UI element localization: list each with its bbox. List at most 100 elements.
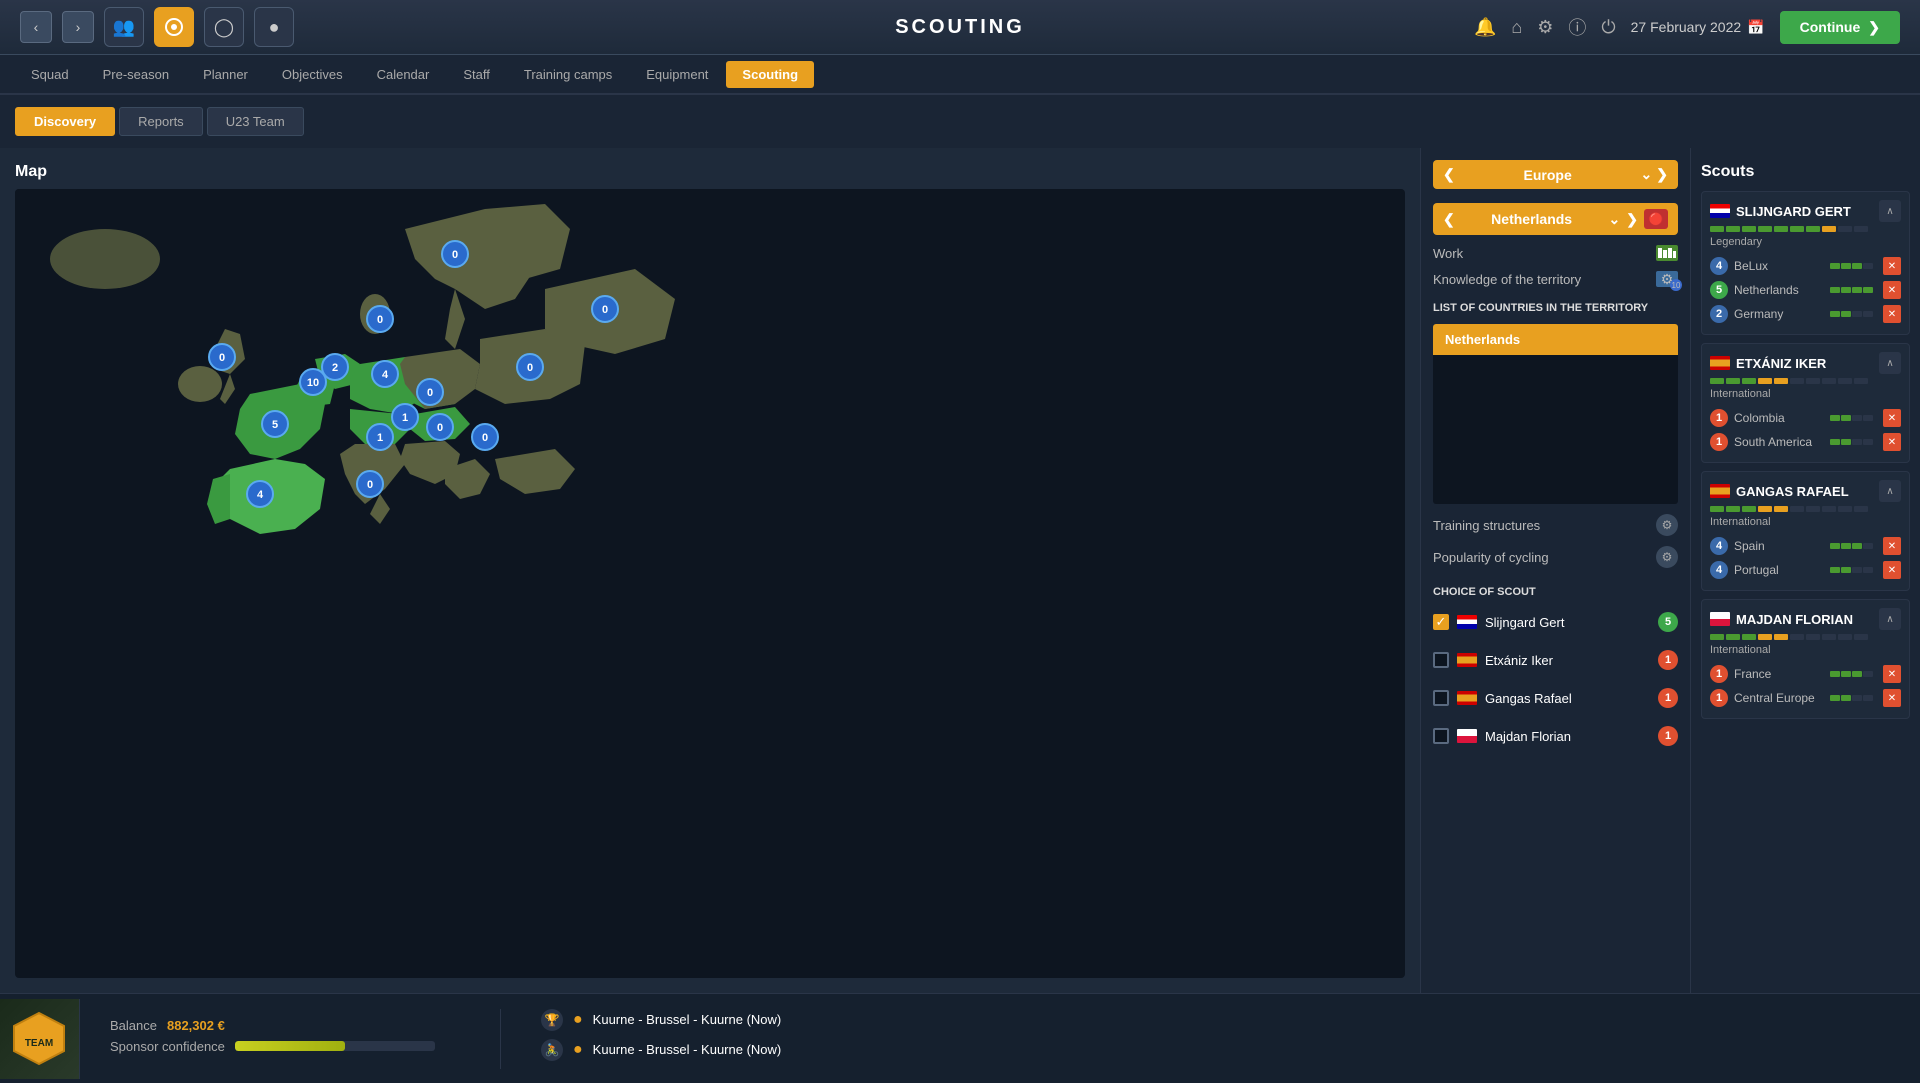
tab-planner[interactable]: Planner [187, 61, 264, 88]
scout-collapse-majdan[interactable]: ∧ [1879, 608, 1901, 630]
top-bar: ‹ › 👥 ◯ ● SCOUTING 🔔 ⌂ ⚙ ⓘ ⏻ 27 February… [0, 0, 1920, 55]
tab-training-camps[interactable]: Training camps [508, 61, 628, 88]
scout-card-etxaniz: ETXÁNIZ IKER ∧ International 1 Colombia [1701, 343, 1910, 463]
scout-region-bar-belux [1830, 263, 1873, 269]
scout-checkbox-slijngard[interactable]: ✓ [1433, 614, 1449, 630]
svg-text:0: 0 [367, 479, 373, 491]
work-label: Work [1433, 246, 1463, 261]
scout-checkbox-gangas[interactable] [1433, 690, 1449, 706]
remove-region-spain[interactable]: ✕ [1883, 537, 1901, 555]
subtab-discovery[interactable]: Discovery [15, 107, 115, 136]
subregion-next-arrow[interactable]: ❯ [1626, 211, 1638, 228]
continue-arrow: ❯ [1868, 19, 1880, 36]
info-icon[interactable]: ⓘ [1568, 14, 1586, 40]
tab-objectives[interactable]: Objectives [266, 61, 359, 88]
globe-icon-btn[interactable]: ● [254, 7, 294, 47]
back-button[interactable]: ‹ [20, 11, 52, 43]
continue-label: Continue [1800, 19, 1861, 35]
map-svg: 10 2 4 5 4 0 0 [15, 189, 885, 649]
scouts-panel: Scouts SLIJNGARD GERT ∧ Legendary [1690, 148, 1920, 993]
svg-text:0: 0 [452, 249, 458, 261]
remove-region-france[interactable]: ✕ [1883, 665, 1901, 683]
remove-region-portugal[interactable]: ✕ [1883, 561, 1901, 579]
race-dot-2: ● [573, 1041, 583, 1059]
power-icon[interactable]: ⏻ [1601, 17, 1615, 38]
scout-card-flag-slijngard [1710, 204, 1730, 218]
work-icon [1656, 245, 1678, 261]
scout-name-gangas: Gangas Rafael [1485, 691, 1572, 706]
race-cycling-icon: 🚴 [541, 1039, 563, 1061]
region-prev-arrow[interactable]: ❮ [1443, 166, 1455, 183]
scout-level-slijngard: Legendary [1710, 236, 1901, 248]
remove-region-belux[interactable]: ✕ [1883, 257, 1901, 275]
scout-info-panel: ❮ Europe ⌄ ❯ ❮ Netherlands ⌄ ❯ 🔴 Work [1420, 148, 1690, 993]
date-text: 27 February 2022 [1631, 19, 1742, 35]
svg-text:0: 0 [437, 422, 443, 434]
scout-flag-es-2 [1457, 691, 1477, 705]
remove-region-netherlands[interactable]: ✕ [1883, 281, 1901, 299]
scout-region-num-colombia: 1 [1710, 409, 1728, 427]
scout-skill-bar-slijngard [1710, 226, 1901, 232]
sub-region-selector[interactable]: ❮ Netherlands ⌄ ❯ 🔴 [1433, 203, 1678, 235]
scout-choice-majdan: Majdan Florian 1 [1433, 722, 1678, 750]
scout-region-bar-ce [1830, 695, 1873, 701]
tab-equipment[interactable]: Equipment [630, 61, 724, 88]
remove-region-germany[interactable]: ✕ [1883, 305, 1901, 323]
race-trophy-icon: 🏆 [541, 1009, 563, 1031]
tab-squad[interactable]: Squad [15, 61, 85, 88]
bottom-bar: TEAM Balance 882,302 € Sponsor confidenc… [0, 993, 1920, 1083]
scout-card-name-gangas: GANGAS RAFAEL [1736, 484, 1873, 499]
region-next-arrow[interactable]: ❯ [1656, 166, 1668, 183]
continue-button[interactable]: Continue ❯ [1780, 11, 1900, 44]
subtab-u23team[interactable]: U23 Team [207, 107, 304, 136]
region-dropdown-icon[interactable]: ⌄ [1641, 166, 1653, 183]
tab-staff[interactable]: Staff [447, 61, 506, 88]
subtab-reports[interactable]: Reports [119, 107, 203, 136]
svg-text:4: 4 [257, 489, 264, 501]
scout-region-num-belux: 4 [1710, 257, 1728, 275]
divider-v [500, 1009, 501, 1069]
country-list: Netherlands [1433, 324, 1678, 504]
popularity-label: Popularity of cycling [1433, 550, 1549, 565]
top-bar-left: ‹ › 👥 ◯ ● [20, 7, 294, 47]
region-selector[interactable]: ❮ Europe ⌄ ❯ [1433, 160, 1678, 189]
tab-scouting[interactable]: Scouting [726, 61, 814, 88]
scout-region-central-europe: 1 Central Europe ✕ [1710, 686, 1901, 710]
svg-text:0: 0 [377, 314, 383, 326]
tab-calendar[interactable]: Calendar [361, 61, 446, 88]
clock-icon-btn[interactable]: ◯ [204, 7, 244, 47]
scout-collapse-gangas[interactable]: ∧ [1879, 480, 1901, 502]
scout-region-bar-portugal [1830, 567, 1873, 573]
calendar-icon[interactable]: 📅 [1747, 19, 1764, 36]
squad-icon-btn[interactable]: 👥 [104, 7, 144, 47]
remove-region-ce[interactable]: ✕ [1883, 689, 1901, 707]
scout-collapse-slijngard[interactable]: ∧ [1879, 200, 1901, 222]
scout-region-name-portugal: Portugal [1734, 563, 1779, 577]
date-badge: 27 February 2022 📅 [1631, 19, 1765, 36]
subregion-dropdown-icon[interactable]: ⌄ [1609, 211, 1621, 228]
remove-region-colombia[interactable]: ✕ [1883, 409, 1901, 427]
scout-region-portugal: 4 Portugal ✕ [1710, 558, 1901, 582]
scout-flag-es-1 [1457, 653, 1477, 667]
scout-region-num-france: 1 [1710, 665, 1728, 683]
gear-icon[interactable]: ⚙ [1537, 17, 1553, 38]
bell-icon[interactable]: 🔔 [1474, 17, 1496, 38]
sponsor-row: Sponsor confidence [110, 1039, 450, 1054]
scout-region-bar-france [1830, 671, 1873, 677]
subregion-prev-arrow[interactable]: ❮ [1443, 211, 1455, 228]
country-netherlands[interactable]: Netherlands [1433, 324, 1678, 355]
svg-text:TEAM: TEAM [25, 1038, 53, 1049]
remove-region-sa[interactable]: ✕ [1883, 433, 1901, 451]
tab-preseason[interactable]: Pre-season [87, 61, 185, 88]
home-icon[interactable]: ⌂ [1511, 17, 1522, 38]
forward-button[interactable]: › [62, 11, 94, 43]
scout-region-south-america: 1 South America ✕ [1710, 430, 1901, 454]
scout-checkbox-majdan[interactable] [1433, 728, 1449, 744]
region-name: Europe [1524, 167, 1572, 183]
scouting-icon-btn[interactable] [154, 7, 194, 47]
popularity-icon: ⚙ [1656, 546, 1678, 568]
scout-collapse-etxaniz[interactable]: ∧ [1879, 352, 1901, 374]
scout-card-name-slijngard: SLIJNGARD GERT [1736, 204, 1873, 219]
scout-checkbox-etxaniz[interactable] [1433, 652, 1449, 668]
svg-text:0: 0 [482, 432, 488, 444]
